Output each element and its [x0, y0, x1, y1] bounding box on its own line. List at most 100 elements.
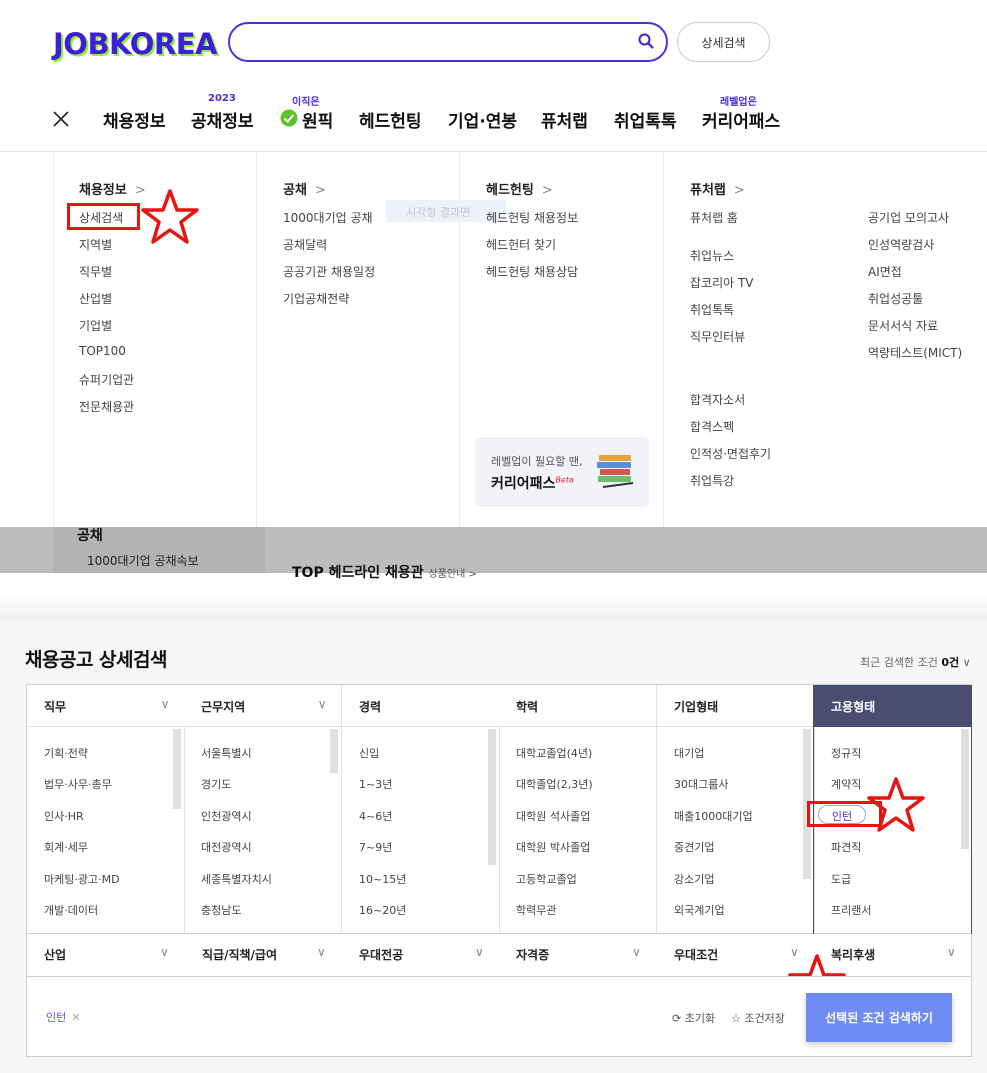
menu-link[interactable]: 슈퍼기업관 [79, 371, 134, 388]
menu-link[interactable]: 직무인터뷰 [690, 328, 745, 345]
menu-head-recruit[interactable]: 채용정보 > [79, 179, 146, 198]
filter-option[interactable]: 대학원 석사졸업 [516, 808, 590, 824]
filter-option[interactable]: 외국계기업 [674, 902, 725, 918]
filter-option[interactable]: 30대그룹사 [674, 776, 728, 792]
advanced-search-button[interactable]: 상세검색 [677, 22, 770, 62]
nav-public-recruit[interactable]: 공채정보 [191, 107, 254, 132]
menu-link[interactable]: 인성역량검사 [868, 236, 934, 253]
search-submit-button[interactable]: 선택된 조건 검색하기 [806, 993, 952, 1042]
menu-link[interactable]: 직무별 [79, 263, 112, 280]
filter-head[interactable]: 학력 [499, 685, 656, 727]
nav-careerpath[interactable]: 커리어패스 [702, 107, 780, 132]
menu-head-futurelab[interactable]: 퓨처랩 > [690, 179, 745, 198]
filter-option[interactable]: 4~6년 [359, 808, 392, 824]
scrollbar[interactable] [172, 729, 181, 809]
menu-link[interactable]: 역량테스트(MICT) [868, 344, 962, 361]
menu-link[interactable]: 퓨처랩 홈 [690, 209, 738, 226]
filter-option-selected[interactable]: 인턴 [818, 805, 866, 824]
menu-link[interactable]: 인적성·면접후기 [690, 445, 771, 462]
nav-futurelab[interactable]: 퓨처랩 [541, 107, 588, 132]
recent-conditions[interactable]: 최근 검색한 조건 0건 ∨ [860, 654, 971, 670]
filter-option[interactable]: 충청남도 [201, 902, 241, 918]
careerpath-banner[interactable]: 레벨업이 필요할 땐, 커리어패스Beta [475, 437, 649, 507]
filter-option[interactable]: 대기업 [674, 745, 704, 761]
scrollbar[interactable] [487, 729, 496, 865]
menu-link[interactable]: 헤드헌팅 채용상담 [486, 263, 578, 280]
filter-head[interactable]: 기업형태 [657, 685, 814, 727]
filter-option[interactable]: 10~15년 [359, 871, 406, 887]
filter-option[interactable]: 대학졸업(2,3년) [516, 776, 593, 792]
filter-option[interactable]: 회계·세무 [44, 839, 88, 855]
filter-option[interactable]: 강소기업 [674, 871, 714, 887]
nav-talk[interactable]: 취업톡톡 [614, 107, 677, 132]
menu-link[interactable]: 산업별 [79, 290, 112, 307]
filter-major[interactable]: 우대전공 [359, 946, 403, 963]
filter-preference[interactable]: 우대조건 [674, 946, 718, 963]
reset-button[interactable]: ⟳ 초기화 [672, 1010, 715, 1026]
filter-option[interactable]: 1~3년 [359, 776, 392, 792]
menu-link[interactable]: 헤드헌터 찾기 [486, 236, 556, 253]
nav-recruit-info[interactable]: 채용정보 [103, 107, 166, 132]
filter-license[interactable]: 자격증 [516, 946, 549, 963]
menu-link[interactable]: AI면접 [868, 263, 902, 280]
menu-head-public[interactable]: 공채 > [283, 179, 326, 198]
filter-option[interactable]: 세종특별자치시 [201, 871, 272, 887]
menu-link[interactable]: 전문채용관 [79, 398, 134, 415]
menu-link[interactable]: 공기업 모의고사 [868, 209, 949, 226]
menu-link[interactable]: 취업특강 [690, 472, 734, 489]
search-input[interactable] [248, 30, 628, 54]
filter-option[interactable]: 대전광역시 [201, 839, 252, 855]
filter-option[interactable]: 16~20년 [359, 902, 406, 918]
menu-link[interactable]: 취업톡톡 [690, 301, 734, 318]
filter-option[interactable]: 인사·HR [44, 808, 84, 824]
nav-headhunting[interactable]: 헤드헌팅 [359, 107, 422, 132]
menu-link[interactable]: 공채달력 [283, 236, 327, 253]
filter-option[interactable]: 마케팅·광고·MD [44, 871, 120, 887]
menu-head-headhunting[interactable]: 헤드헌팅 > [486, 179, 553, 198]
menu-link[interactable]: 기업별 [79, 317, 112, 334]
filter-head[interactable]: 직무 ∨ [27, 685, 184, 727]
filter-option[interactable]: 7~9년 [359, 839, 392, 855]
filter-head[interactable]: 경력 [342, 685, 499, 727]
menu-link[interactable]: 합격스펙 [690, 418, 734, 435]
filter-option[interactable]: 중견기업 [674, 839, 714, 855]
nav-sup-onepick: 이직은 [292, 97, 320, 108]
menu-link[interactable]: 지역별 [79, 236, 112, 253]
menu-link[interactable]: 기업공채전략 [283, 290, 349, 307]
filter-option[interactable]: 인천광역시 [201, 808, 252, 824]
filter-option[interactable]: 매출1000대기업 [674, 808, 753, 824]
jobkorea-logo[interactable]: JOBKOREA [53, 27, 217, 61]
menu-link[interactable]: 문서서식 자료 [868, 317, 938, 334]
filter-option[interactable]: 대학원 박사졸업 [516, 839, 590, 855]
menu-link[interactable]: 합격자소서 [690, 391, 745, 408]
filter-option[interactable]: 학력무관 [516, 902, 556, 918]
menu-link[interactable]: 헤드헌팅 채용정보 [486, 209, 578, 226]
scrollbar[interactable] [329, 729, 338, 773]
menu-divider [53, 152, 54, 527]
filter-head[interactable]: 근무지역 ∨ [184, 685, 341, 727]
filter-option[interactable]: 신입 [359, 745, 379, 761]
menu-link[interactable]: 1000대기업 공채 [283, 209, 373, 226]
search-bar[interactable] [228, 22, 668, 62]
filter-option[interactable]: 기획·전략 [44, 745, 88, 761]
menu-link[interactable]: TOP100 [79, 344, 126, 358]
nav-company-salary[interactable]: 기업·연봉 [448, 107, 517, 132]
filter-option[interactable]: 고등학교졸업 [516, 871, 577, 887]
filter-option[interactable]: 서울특별시 [201, 745, 252, 761]
menu-link[interactable]: 취업뉴스 [690, 247, 734, 264]
menu-link[interactable]: 잡코리아 TV [690, 274, 754, 291]
filter-option[interactable]: 개발·데이터 [44, 902, 98, 918]
filter-option[interactable]: 경기도 [201, 776, 231, 792]
nav-onepick[interactable]: 원픽 [302, 107, 333, 132]
save-conditions-button[interactable]: ☆ 조건저장 [731, 1010, 785, 1026]
search-icon[interactable] [638, 33, 654, 49]
filter-option[interactable]: 법무·사무·총무 [44, 776, 112, 792]
selected-chip[interactable]: 인턴 ✕ [46, 1009, 80, 1025]
filter-option[interactable]: 대학교졸업(4년) [516, 745, 592, 761]
close-icon[interactable] [51, 109, 71, 129]
menu-link[interactable]: 취업성공툴 [868, 290, 923, 307]
filter-industry[interactable]: 산업 [44, 946, 66, 963]
filter-position[interactable]: 직급/직책/급여 [202, 946, 277, 963]
menu-link[interactable]: 공공기관 채용일정 [283, 263, 375, 280]
remove-icon[interactable]: ✕ [71, 1011, 80, 1024]
